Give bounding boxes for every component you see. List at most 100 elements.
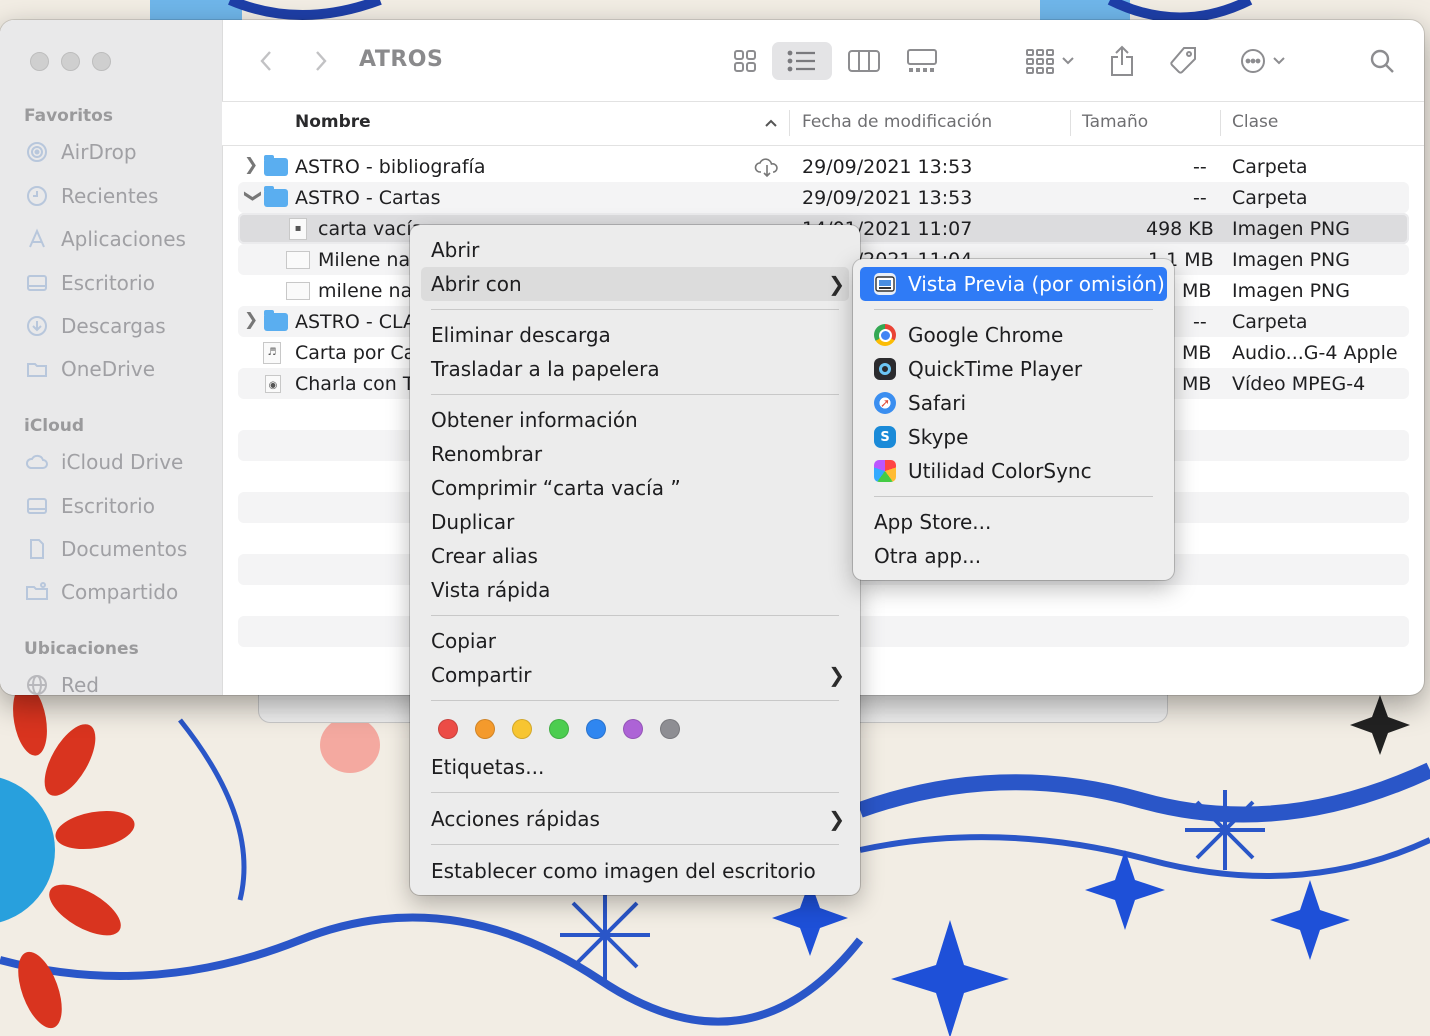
column-header-nombre[interactable]: Nombre <box>295 112 371 132</box>
chevron-right-icon[interactable]: ❯ <box>244 155 258 175</box>
sidebar-item-airdrop[interactable]: AirDrop <box>24 137 137 167</box>
list-icon <box>787 50 815 72</box>
menu-separator <box>874 496 1153 497</box>
file-name: milene nat <box>318 280 420 302</box>
chevron-down-icon <box>1062 57 1074 65</box>
tag-green-dot[interactable] <box>549 719 569 739</box>
image-file-icon: ▪ <box>289 218 307 240</box>
more-actions-button[interactable] <box>1234 42 1292 80</box>
table-row[interactable]: ❯ ASTRO - Cartas 29/09/2021 13:53 -- Car… <box>238 182 1409 213</box>
file-size: MB <box>1182 280 1212 302</box>
menu-item-label: Abrir con <box>431 272 522 296</box>
menu-separator <box>431 700 839 701</box>
menu-item-share[interactable]: Compartir ❯ <box>421 658 849 692</box>
chevron-right-icon[interactable]: ❯ <box>244 310 258 330</box>
applications-icon <box>24 228 50 250</box>
submenu-item-other-app[interactable]: Otra app... <box>864 539 1163 573</box>
window-title: ATROS <box>359 47 444 72</box>
chevron-right-icon: ❯ <box>828 663 845 687</box>
sidebar-item-onedrive[interactable]: OneDrive <box>24 354 155 384</box>
file-size: -- <box>1193 311 1207 333</box>
audio-file-icon: ♬ <box>263 342 281 364</box>
airdrop-icon <box>24 141 50 163</box>
sidebar-item-compartido[interactable]: Compartido <box>24 577 178 607</box>
file-date: 29/09/2021 13:53 <box>802 187 973 209</box>
menu-item-get-info[interactable]: Obtener información <box>421 403 849 437</box>
submenu-item-preview[interactable]: Vista Previa (por omisión) <box>860 267 1167 301</box>
menu-item-compress[interactable]: Comprimir “carta vacía ” <box>421 471 849 505</box>
minimize-window-button[interactable] <box>61 52 80 71</box>
sidebar-item-aplicaciones[interactable]: Aplicaciones <box>24 224 186 254</box>
chevron-down-icon <box>1273 57 1285 65</box>
sidebar-item-descargas[interactable]: Descargas <box>24 311 166 341</box>
chevron-down-icon[interactable]: ❯ <box>243 189 263 203</box>
icon-view-button[interactable] <box>725 42 765 80</box>
menu-item-duplicate[interactable]: Duplicar <box>421 505 849 539</box>
tag-blue-dot[interactable] <box>586 719 606 739</box>
sidebar-item-escritorio[interactable]: Escritorio <box>24 268 155 298</box>
sidebar-item-label: Documentos <box>61 537 188 561</box>
submenu-item-app-store[interactable]: App Store... <box>864 505 1163 539</box>
table-row[interactable]: ❯ ASTRO - bibliografía 29/09/2021 13:53 … <box>238 151 1409 182</box>
tag-gray-dot[interactable] <box>660 719 680 739</box>
sidebar-item-documentos[interactable]: Documentos <box>24 534 187 564</box>
column-header-fecha[interactable]: Fecha de modificación <box>802 112 992 132</box>
file-name: carta vacía <box>318 218 424 240</box>
chrome-icon <box>874 324 896 346</box>
tag-button[interactable] <box>1166 42 1200 80</box>
menu-item-copy[interactable]: Copiar <box>421 624 849 658</box>
menu-item-open[interactable]: Abrir <box>421 233 849 267</box>
sidebar-item-red[interactable]: Red <box>24 670 99 695</box>
sidebar-item-recientes[interactable]: Recientes <box>24 181 158 211</box>
menu-item-quick-look[interactable]: Vista rápida <box>421 573 849 607</box>
menu-separator <box>431 792 839 793</box>
file-name: ASTRO - Cartas <box>295 187 441 209</box>
submenu-item-label: QuickTime Player <box>908 357 1083 381</box>
group-button[interactable] <box>1020 42 1080 80</box>
search-button[interactable] <box>1366 42 1398 80</box>
menu-item-tags[interactable]: Etiquetas... <box>421 750 849 784</box>
menu-item-rename[interactable]: Renombrar <box>421 437 849 471</box>
share-button[interactable] <box>1106 42 1138 80</box>
sidebar-item-icloud-escritorio[interactable]: Escritorio <box>24 491 155 521</box>
sidebar-item-icloud-drive[interactable]: iCloud Drive <box>24 447 183 477</box>
menu-item-quick-actions[interactable]: Acciones rápidas ❯ <box>421 802 849 836</box>
close-window-button[interactable] <box>30 52 49 71</box>
sidebar-item-label: OneDrive <box>61 357 156 381</box>
list-view-button[interactable] <box>772 42 832 80</box>
menu-item-set-desktop-picture[interactable]: Establecer como imagen del escritorio <box>421 854 849 888</box>
tag-yellow-dot[interactable] <box>512 719 532 739</box>
menu-item-remove-download[interactable]: Eliminar descarga <box>421 318 849 352</box>
zoom-window-button[interactable] <box>92 52 111 71</box>
submenu-item-label: Utilidad ColorSync <box>908 459 1092 483</box>
submenu-item-chrome[interactable]: Google Chrome <box>864 318 1163 352</box>
sidebar-section-title: Favoritos <box>24 106 113 126</box>
menu-item-move-to-trash[interactable]: Trasladar a la papelera <box>421 352 849 386</box>
column-header-tamano[interactable]: Tamaño <box>1082 112 1148 132</box>
colorsync-icon <box>874 460 896 482</box>
menu-item-open-with[interactable]: Abrir con ❯ <box>421 267 849 301</box>
sidebar-item-label: Red <box>61 673 99 695</box>
file-size: MB <box>1182 342 1212 364</box>
forward-button[interactable] <box>307 42 335 80</box>
submenu-item-quicktime[interactable]: QuickTime Player <box>864 352 1163 386</box>
column-divider <box>1220 110 1221 136</box>
back-button[interactable] <box>252 42 280 80</box>
menu-item-make-alias[interactable]: Crear alias <box>421 539 849 573</box>
file-name: Charla con Ta <box>295 373 423 395</box>
file-kind: Carpeta <box>1232 311 1308 333</box>
file-date: 29/09/2021 13:53 <box>802 156 973 178</box>
column-view-button[interactable] <box>844 42 884 80</box>
tag-purple-dot[interactable] <box>623 719 643 739</box>
submenu-item-skype[interactable]: S Skype <box>864 420 1163 454</box>
cloud-download-icon[interactable] <box>754 156 780 178</box>
tag-orange-dot[interactable] <box>475 719 495 739</box>
sidebar-item-label: Escritorio <box>61 494 155 518</box>
sidebar-item-label: Compartido <box>61 580 179 604</box>
submenu-item-label: Google Chrome <box>908 323 1064 347</box>
tag-red-dot[interactable] <box>438 719 458 739</box>
submenu-item-safari[interactable]: ➚ Safari <box>864 386 1163 420</box>
gallery-view-button[interactable] <box>904 42 940 80</box>
column-header-clase[interactable]: Clase <box>1232 112 1278 132</box>
submenu-item-colorsync[interactable]: Utilidad ColorSync <box>864 454 1163 488</box>
